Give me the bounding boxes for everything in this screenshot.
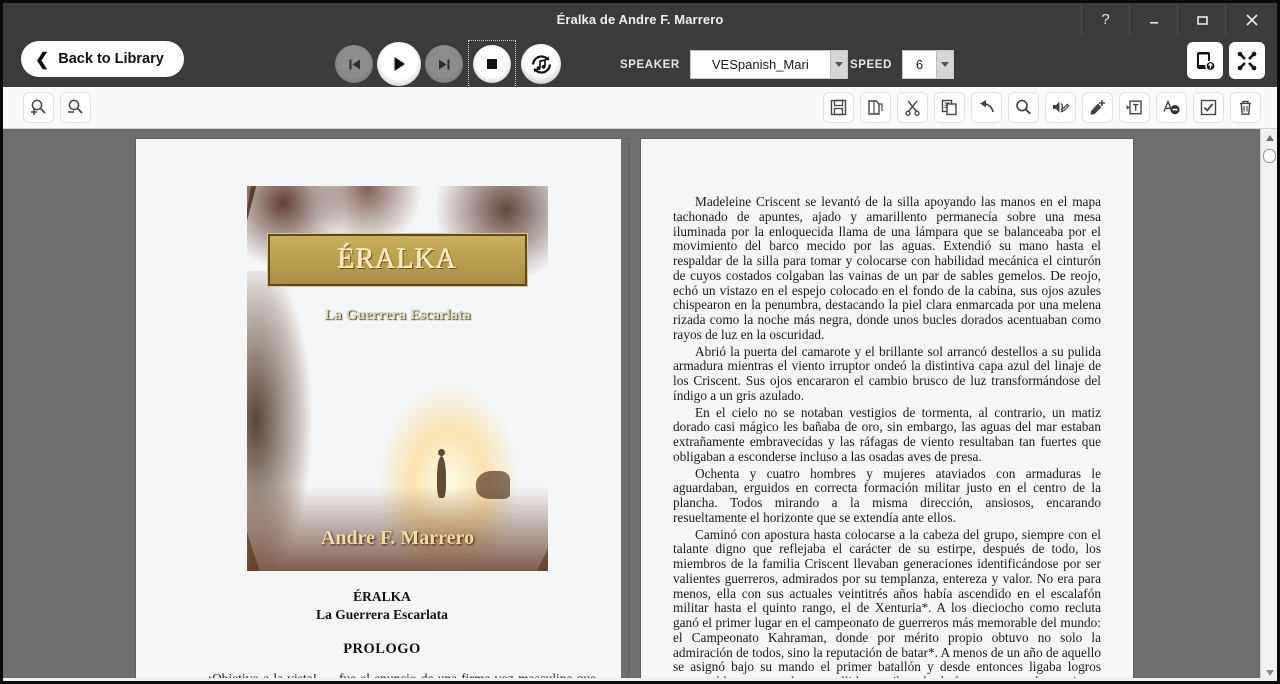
play-button[interactable] [377, 42, 421, 86]
save-button[interactable] [823, 92, 854, 123]
paragraph[interactable]: Abrió la puerta del camarote y el brilla… [673, 344, 1101, 404]
cover-author: Andre F. Marrero [320, 526, 475, 549]
previous-track-icon [349, 59, 360, 69]
chevron-left-icon: ❮ [35, 49, 50, 69]
mask-text-button[interactable] [1156, 92, 1187, 123]
page-heading-subtitle: La Guerrera Escarlata [316, 607, 448, 622]
page-heading-title: ÉRALKA [353, 589, 411, 604]
annotate-letter-icon [1163, 99, 1180, 115]
speed-label: SPEED [850, 58, 892, 71]
zoom-out-button[interactable] [60, 92, 91, 123]
search-icon [1016, 99, 1031, 115]
transport-controls [335, 40, 561, 88]
send-to-device-icon [1197, 51, 1216, 71]
next-track-icon [438, 59, 449, 69]
window-controls: ? [1081, 3, 1277, 36]
delete-button[interactable] [1230, 92, 1261, 123]
zoom-tools [23, 92, 91, 123]
highlighter-plus-icon [1090, 100, 1105, 115]
cut-button[interactable] [897, 92, 928, 123]
close-icon [1245, 13, 1258, 26]
tools-button[interactable] [1229, 42, 1265, 79]
question-mark-icon: ? [1101, 11, 1110, 28]
speaker-edit-icon [1053, 101, 1070, 113]
back-to-library-button[interactable]: ❮ Back to Library [21, 41, 184, 77]
copy-page-icon [868, 100, 883, 115]
title-bar: Éralka de Andre F. Marrero ? [3, 3, 1277, 36]
book-cover-image: ÉRALKA La Guerrera Escarlata Andre F. Ma… [247, 186, 548, 571]
section-heading-prologo: PROLOGO [343, 641, 421, 657]
previous-track-button[interactable] [335, 45, 373, 83]
music-refresh-icon [531, 54, 551, 74]
hammer-wrench-icon [1237, 51, 1257, 70]
play-icon [394, 57, 405, 71]
speaker-select[interactable]: VESpanish_Mari [689, 50, 848, 79]
back-to-library-label: Back to Library [58, 51, 164, 67]
add-highlight-button[interactable] [1082, 92, 1113, 123]
minimize-button[interactable] [1129, 3, 1177, 36]
trash-icon [1240, 100, 1251, 115]
scissors-icon [905, 100, 920, 116]
floppy-save-icon [830, 99, 847, 116]
scroll-up-arrow[interactable] [1261, 129, 1277, 146]
paragraph[interactable]: En el cielo no se notaban vestigios de t… [673, 405, 1101, 465]
cover-title: ÉRALKA [337, 243, 458, 275]
insert-text-button[interactable] [1119, 92, 1150, 123]
send-to-device-button[interactable] [1187, 42, 1223, 79]
right-page-text-block: Madeleine Criscent se levantó de la sill… [673, 193, 1101, 681]
select-all-button[interactable] [1193, 92, 1224, 123]
search-button[interactable] [1008, 92, 1039, 123]
reload-audio-button[interactable] [521, 44, 561, 84]
zoom-in-button[interactable] [23, 92, 54, 123]
player-toolbar: ❮ Back to Library SPEAKER VESpanish_Mari… [3, 36, 1277, 88]
checkbox-icon [1200, 99, 1217, 116]
pronunciation-edit-button[interactable] [1045, 92, 1076, 123]
chevron-down-icon[interactable] [936, 51, 953, 78]
undo-arrow-icon [980, 100, 994, 113]
speaker-value: VESpanish_Mari [711, 57, 809, 72]
maximize-icon [1196, 15, 1208, 25]
audiobook-reader-window: Éralka de Andre F. Marrero ? ❮ Back to L… [0, 0, 1280, 684]
scroll-thumb[interactable] [1263, 149, 1276, 163]
help-button[interactable]: ? [1081, 3, 1129, 36]
copy-documents-icon [941, 99, 957, 116]
speaker-setting: SPEAKER VESpanish_Mari [620, 50, 848, 79]
zoom-in-icon [31, 99, 46, 115]
paragraph[interactable]: Madeleine Criscent se levantó de la sill… [673, 194, 1101, 343]
document-page-left[interactable]: ÉRALKA La Guerrera Escarlata Andre F. Ma… [136, 139, 628, 681]
edit-toolbar [3, 87, 1277, 129]
window-title: Éralka de Andre F. Marrero [556, 12, 724, 27]
page-edge-divider [621, 139, 628, 681]
reader-canvas[interactable]: ÉRALKA La Guerrera Escarlata Andre F. Ma… [3, 129, 1277, 681]
speed-value: 6 [915, 57, 924, 72]
cover-title-plate: ÉRALKA [267, 232, 528, 288]
player-right-tools [1187, 42, 1265, 79]
next-track-button[interactable] [425, 45, 463, 83]
maximize-button[interactable] [1177, 3, 1225, 36]
paragraph[interactable]: Ochenta y cuatro hombres y mujeres atavi… [673, 466, 1101, 526]
insert-text-icon [1126, 100, 1142, 115]
document-tools [823, 92, 1261, 123]
copy-page-button[interactable] [860, 92, 891, 123]
paragraph[interactable]: Caminó con apostura hasta colocarse a la… [673, 527, 1101, 681]
stop-icon [487, 59, 497, 69]
vertical-scrollbar[interactable] [1260, 129, 1277, 681]
undo-button[interactable] [971, 92, 1002, 123]
stop-button[interactable] [473, 45, 511, 83]
minimize-icon [1149, 21, 1158, 24]
left-page-text-block: ÉRALKA La Guerrera Escarlata PROLOGO — ¡… [168, 589, 596, 681]
zoom-out-icon [68, 99, 83, 114]
chevron-down-icon[interactable] [829, 51, 847, 78]
speed-setting: SPEED 6 [850, 50, 954, 79]
close-button[interactable] [1225, 3, 1277, 36]
stop-button-focus-ring [468, 40, 516, 88]
duplicate-button[interactable] [934, 92, 965, 123]
speaker-label: SPEAKER [620, 58, 680, 71]
status-strip [3, 678, 1277, 681]
speed-select[interactable]: 6 [902, 50, 954, 79]
document-page-right[interactable]: Madeleine Criscent se levantó de la sill… [641, 139, 1133, 681]
cover-subtitle: La Guerrera Escarlata [324, 307, 471, 324]
